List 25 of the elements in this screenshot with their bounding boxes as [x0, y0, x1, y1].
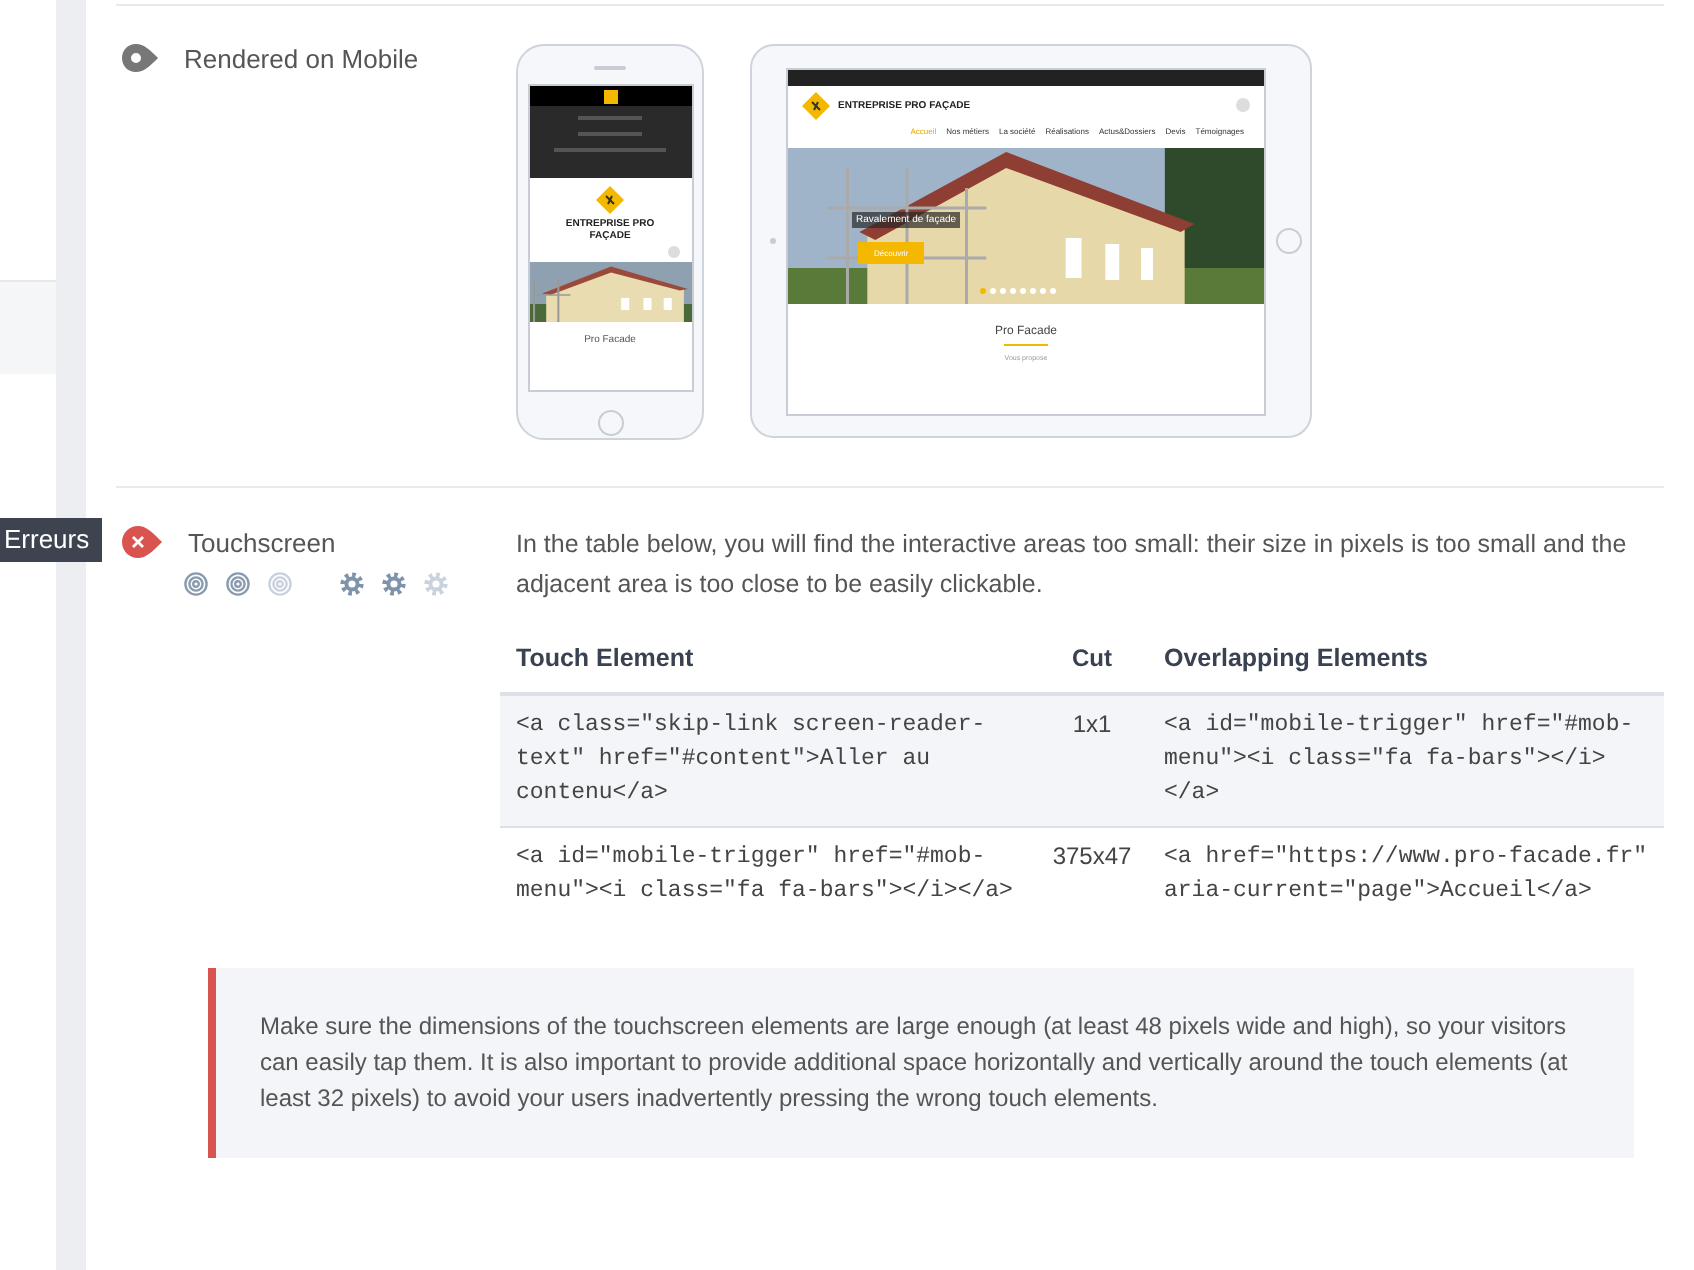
table-cell: <a href="https://www.pro-facade.fr" aria-current="page">Accueil</a> [1148, 827, 1664, 924]
table-cell: <a id="mobile-trigger" href="#mob-menu"><i class="fa fa-bars"></i></a> [500, 827, 1036, 924]
description-text: In the table below, you will find the interactive areas too small: their size in pixels is too small and the adjacent area is too close to be easily clickable. [516, 528, 1629, 602]
table-cell: 375x47 [1036, 827, 1148, 924]
table-cell: 1x1 [1036, 694, 1148, 827]
slide-dot[interactable] [1020, 287, 1026, 293]
section-title: Touchscreen [188, 527, 336, 557]
camera-icon [770, 238, 776, 244]
heading-underline [1004, 343, 1048, 345]
slide-dot[interactable] [980, 287, 986, 293]
table-cell: <a class="skip-link screen-reader-text" href="#content">Aller au contenu</a> [500, 694, 1036, 827]
sidebar-item[interactable] [0, 280, 56, 374]
advice-text: Make sure the dimensions of the touchscreen elements are large enough (at least 48 pixels wide and high), so your visitors can easily tap them. It is also important to provide additional space horizontally and vertically around the touch elements (at least 32 pixels) to avoid your users inadvertently pressing the wrong touch elements. [260, 1010, 1570, 1116]
slide-dot[interactable] [1000, 287, 1006, 293]
slide-dot[interactable] [1040, 287, 1046, 293]
logo-icon [802, 91, 830, 119]
status-tooltip: Erreurs [0, 518, 102, 562]
slide-dot[interactable] [1030, 287, 1036, 293]
slide-dot[interactable] [990, 287, 996, 293]
slide-dot[interactable] [1050, 287, 1056, 293]
table-cell: <a id="mobile-trigger" href="#mob-menu"><i class="fa fa-bars"></i></a> [1148, 694, 1664, 827]
section-title: Rendered on Mobile [184, 43, 419, 73]
slide-dot[interactable] [1010, 287, 1016, 293]
eye-icon [120, 42, 160, 74]
logo-icon [596, 186, 624, 214]
